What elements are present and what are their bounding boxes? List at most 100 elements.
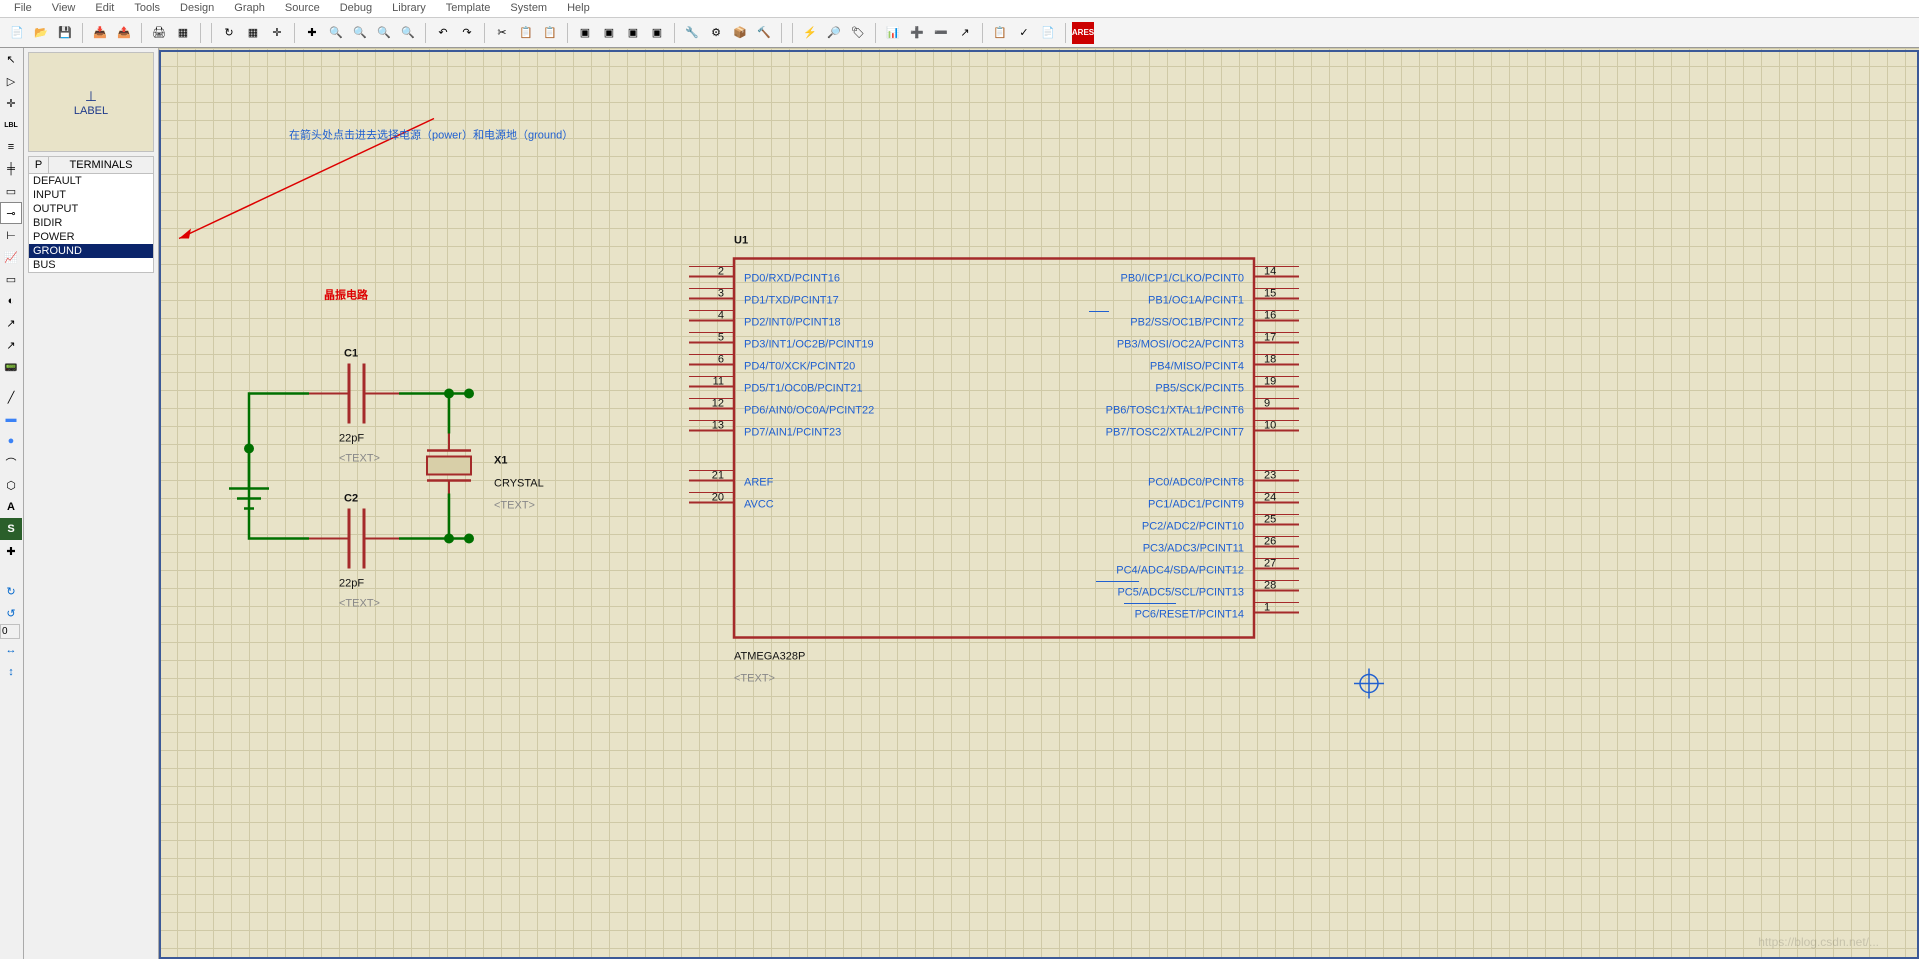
menu-view[interactable]: View: [42, 0, 86, 17]
path2d-icon[interactable]: ⬡: [0, 474, 22, 496]
menu-file[interactable]: File: [4, 0, 42, 17]
symbol2d-icon[interactable]: S: [0, 518, 22, 540]
terminal-item-output[interactable]: OUTPUT: [29, 202, 153, 216]
blockdelete-icon[interactable]: ▣: [646, 22, 668, 44]
printarea-icon[interactable]: ▦: [172, 22, 194, 44]
zoomarea-icon[interactable]: 🔍: [397, 22, 419, 44]
terminal-item-bus[interactable]: BUS: [29, 258, 153, 272]
devicepin-mode-icon[interactable]: ⊢: [0, 224, 22, 246]
generator-mode-icon[interactable]: ◐: [0, 290, 22, 312]
menu-design[interactable]: Design: [170, 0, 224, 17]
terminal-mode-icon[interactable]: ⊸: [0, 202, 22, 224]
terminal-item-default[interactable]: DEFAULT: [29, 174, 153, 188]
mode-toolbar: ↖ ▷ ✛ LBL ≡ ╪ ▭ ⊸ ⊢ 📈 ▭ ◐ ↗ ↗ 📟 ╱ ▬ ● ⌒ …: [0, 48, 24, 959]
decompose-icon[interactable]: 🔨: [753, 22, 775, 44]
schematic-canvas[interactable]: 在箭头处点击进去选择电源（power）和电源地（ground）晶振电路C122p…: [159, 48, 1919, 959]
removesheet-icon[interactable]: ➖: [930, 22, 952, 44]
svg-text:PC0/ADC0/PCINT8: PC0/ADC0/PCINT8: [1148, 477, 1244, 489]
new-icon[interactable]: 📄: [6, 22, 28, 44]
bom-icon[interactable]: 📋: [989, 22, 1011, 44]
svg-text:PB4/MISO/PCINT4: PB4/MISO/PCINT4: [1150, 361, 1244, 373]
propertytool-icon[interactable]: 🏷: [847, 22, 869, 44]
package-icon[interactable]: 📦: [729, 22, 751, 44]
gotosheet-icon[interactable]: ↗: [954, 22, 976, 44]
menu-debug[interactable]: Debug: [330, 0, 382, 17]
instrument-mode-icon[interactable]: 📟: [0, 356, 22, 378]
redo-icon[interactable]: ↷: [456, 22, 478, 44]
cut-icon[interactable]: ✂: [491, 22, 513, 44]
probe-voltage-icon[interactable]: ↗: [0, 312, 22, 334]
make-icon[interactable]: ⚙: [705, 22, 727, 44]
terminals-list[interactable]: DEFAULTINPUTOUTPUTBIDIRPOWERGROUNDBUS: [28, 174, 154, 273]
rotate-ccw-icon[interactable]: ↺: [0, 602, 22, 624]
rotation-input[interactable]: [0, 624, 20, 639]
probe-current-icon[interactable]: ↗: [0, 334, 22, 356]
bus-mode-icon[interactable]: ╪: [0, 158, 22, 180]
netlist-icon[interactable]: 📄: [1037, 22, 1059, 44]
menu-library[interactable]: Library: [382, 0, 436, 17]
terminal-item-power[interactable]: POWER: [29, 230, 153, 244]
mirror-v-icon[interactable]: ↕: [0, 661, 22, 683]
marker-icon[interactable]: ✚: [0, 540, 22, 562]
menubar: FileViewEditToolsDesignGraphSourceDebugL…: [0, 0, 1919, 18]
erc-icon[interactable]: ✓: [1013, 22, 1035, 44]
save-icon[interactable]: 💾: [54, 22, 76, 44]
blockrotate-icon[interactable]: ▣: [622, 22, 644, 44]
svg-text:5: 5: [718, 332, 724, 344]
pick-icon[interactable]: 🔧: [681, 22, 703, 44]
select-mode-icon[interactable]: ↖: [0, 48, 22, 70]
terminals-list-header: P TERMINALS: [28, 156, 154, 174]
refresh-icon[interactable]: ↻: [218, 22, 240, 44]
ares-icon[interactable]: ARES: [1072, 22, 1094, 44]
wireautoroute-icon[interactable]: ⚡: [799, 22, 821, 44]
component-mode-icon[interactable]: ▷: [0, 70, 22, 92]
zoomout-icon[interactable]: 🔍: [349, 22, 371, 44]
open-icon[interactable]: 📂: [30, 22, 52, 44]
menu-system[interactable]: System: [500, 0, 557, 17]
searchtext-icon[interactable]: 🔎: [823, 22, 845, 44]
paste-icon[interactable]: 📋: [539, 22, 561, 44]
undo-icon[interactable]: ↶: [432, 22, 454, 44]
wirelabel-mode-icon[interactable]: LBL: [0, 114, 22, 136]
rotate-cw-icon[interactable]: ↻: [0, 580, 22, 602]
pick-devices-button[interactable]: P: [29, 157, 49, 173]
designexplorer-icon[interactable]: 📊: [882, 22, 904, 44]
copy-icon[interactable]: 📋: [515, 22, 537, 44]
menu-tools[interactable]: Tools: [124, 0, 170, 17]
line2d-icon[interactable]: ╱: [0, 386, 22, 408]
origin-icon[interactable]: ✛: [266, 22, 288, 44]
arc2d-icon[interactable]: ⌒: [0, 452, 22, 474]
menu-source[interactable]: Source: [275, 0, 330, 17]
text2d-icon[interactable]: A: [0, 496, 22, 518]
terminal-item-ground[interactable]: GROUND: [29, 244, 153, 258]
svg-text:12: 12: [712, 398, 724, 410]
zoomall-icon[interactable]: 🔍: [373, 22, 395, 44]
mirror-h-icon[interactable]: ↔: [0, 639, 22, 661]
import-icon[interactable]: 📥: [89, 22, 111, 44]
menu-graph[interactable]: Graph: [224, 0, 275, 17]
blockcopy-icon[interactable]: ▣: [574, 22, 596, 44]
menu-template[interactable]: Template: [436, 0, 501, 17]
center-icon[interactable]: ✚: [301, 22, 323, 44]
script-mode-icon[interactable]: ≡: [0, 136, 22, 158]
menu-help[interactable]: Help: [557, 0, 600, 17]
graph-mode-icon[interactable]: 📈: [0, 246, 22, 268]
svg-text:9: 9: [1264, 398, 1270, 410]
menu-edit[interactable]: Edit: [85, 0, 124, 17]
svg-text:C2: C2: [344, 493, 358, 505]
print-icon[interactable]: 🖨: [148, 22, 170, 44]
export-icon[interactable]: 📤: [113, 22, 135, 44]
box2d-icon[interactable]: ▬: [0, 408, 22, 430]
zoomin-icon[interactable]: 🔍: [325, 22, 347, 44]
blockmove-icon[interactable]: ▣: [598, 22, 620, 44]
tape-mode-icon[interactable]: ▭: [0, 268, 22, 290]
newsheet-icon[interactable]: ➕: [906, 22, 928, 44]
terminal-item-bidir[interactable]: BIDIR: [29, 216, 153, 230]
grid-icon[interactable]: ▦: [242, 22, 264, 44]
junction-mode-icon[interactable]: ✛: [0, 92, 22, 114]
terminal-item-input[interactable]: INPUT: [29, 188, 153, 202]
subcircuit-mode-icon[interactable]: ▭: [0, 180, 22, 202]
svg-text:15: 15: [1264, 288, 1276, 300]
circle2d-icon[interactable]: ●: [0, 430, 22, 452]
svg-text:PD5/T1/OC0B/PCINT21: PD5/T1/OC0B/PCINT21: [744, 383, 863, 395]
